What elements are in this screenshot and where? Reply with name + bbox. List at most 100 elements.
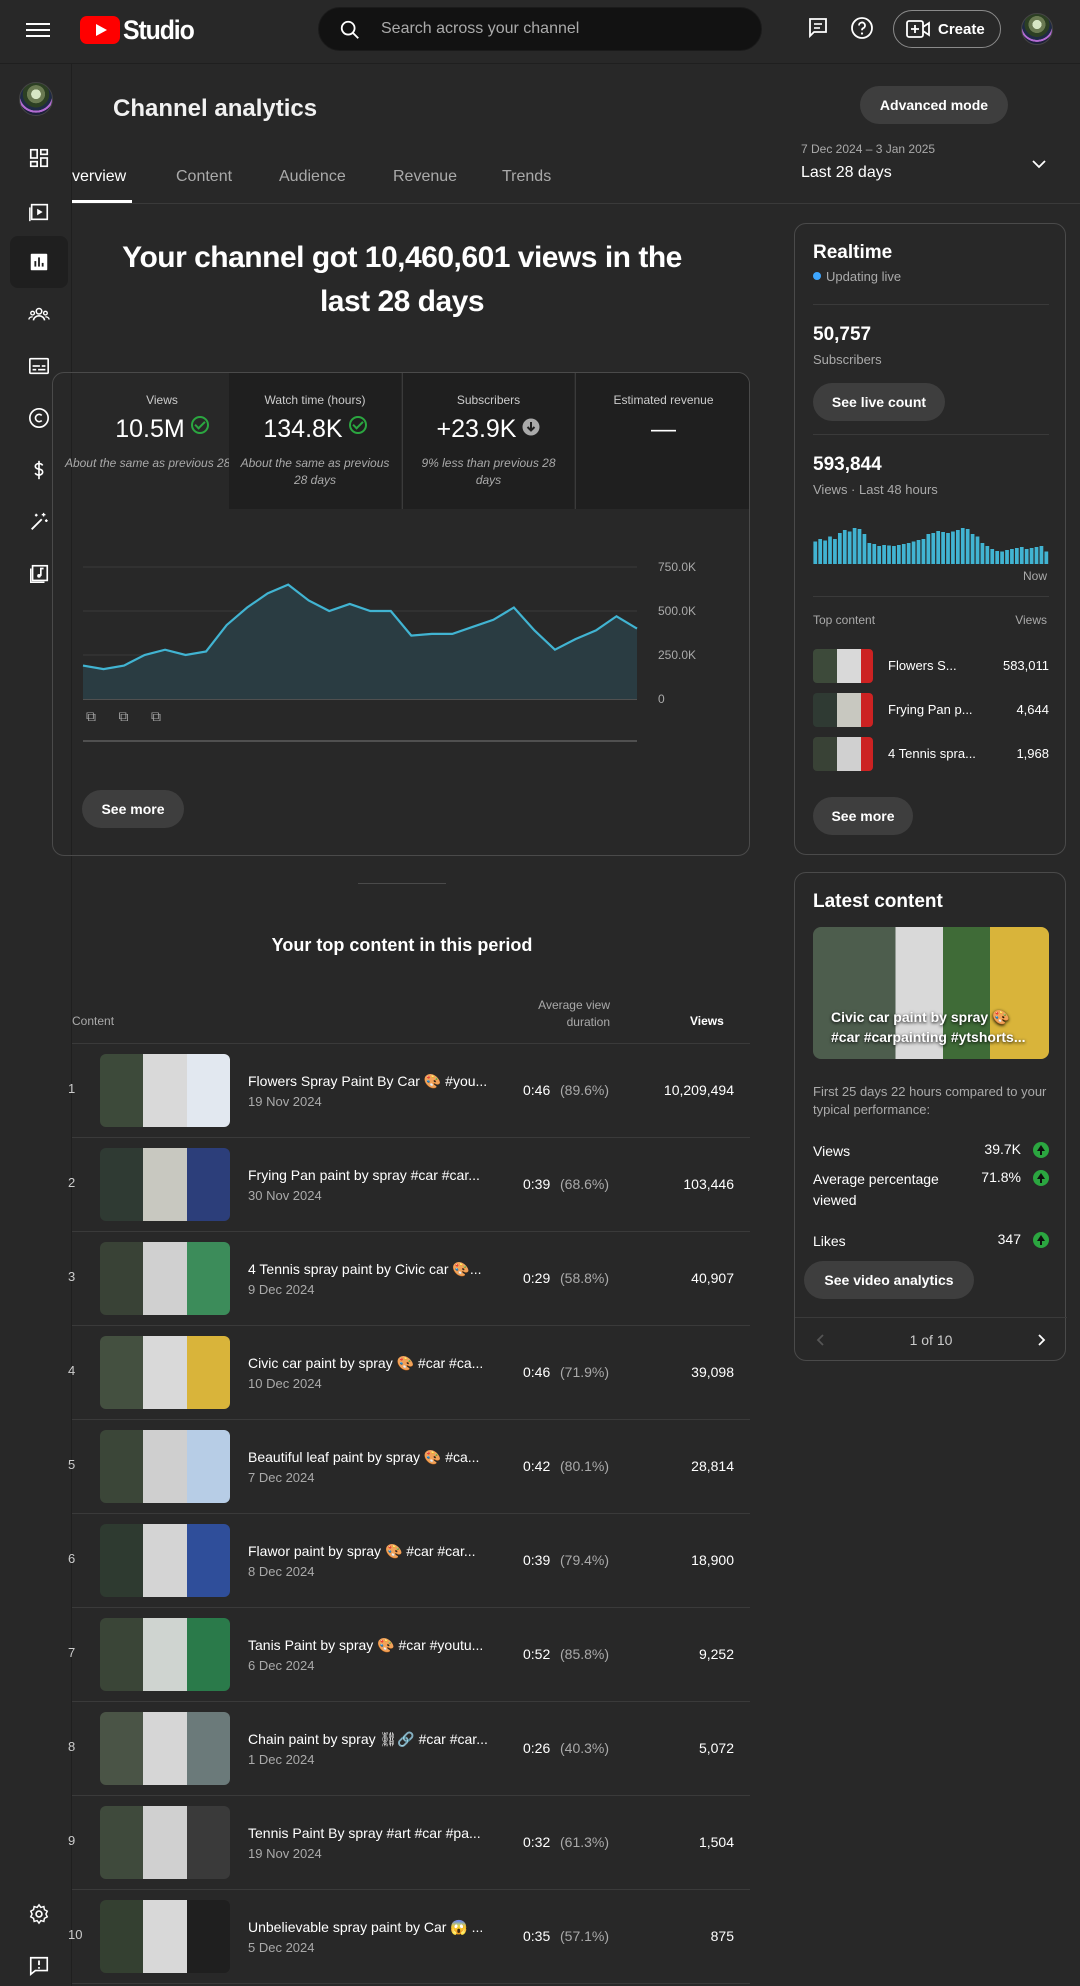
video-title[interactable]: Flawor paint by spray 🎨 #car #car... <box>248 1543 488 1560</box>
video-title[interactable]: Tanis Paint by spray 🎨 #car #youtu... <box>248 1637 488 1654</box>
metric-watch-time[interactable]: Watch time (hours) 134.8K About the same… <box>229 373 401 509</box>
video-title[interactable]: Beautiful leaf paint by spray 🎨 #ca... <box>248 1449 488 1466</box>
video-title[interactable]: Frying Pan paint by spray #car #car... <box>248 1167 488 1183</box>
table-row[interactable]: 4 Civic car paint by spray 🎨 #car #ca... 1… <box>68 1326 750 1420</box>
table-row[interactable]: 6 Flawor paint by spray 🎨 #car #car... 8 D… <box>68 1514 750 1608</box>
video-thumbnail[interactable] <box>100 1336 230 1409</box>
youtube-studio-logo[interactable]: Studio <box>80 14 200 46</box>
see-more-button[interactable]: See more <box>82 790 184 828</box>
chevron-down-icon[interactable] <box>1030 155 1048 173</box>
metric-subscribers[interactable]: Subscribers +23.9K 9% less than previous… <box>402 373 574 509</box>
tab-revenue[interactable]: Revenue <box>393 168 457 186</box>
account-avatar[interactable] <box>1021 13 1053 45</box>
table-row[interactable]: 5 Beautiful leaf paint by spray 🎨 #ca... 7… <box>68 1420 750 1514</box>
metric-revenue[interactable]: Estimated revenue — <box>575 373 749 509</box>
realtime-bar <box>1039 546 1044 564</box>
avg-view-duration: 0:39 <box>523 1552 551 1568</box>
check-circle-icon <box>190 416 209 434</box>
video-thumbnail[interactable] <box>100 1430 230 1503</box>
see-live-count-button[interactable]: See live count <box>813 383 945 421</box>
arrow-up-circle-icon <box>1033 1142 1049 1158</box>
table-row[interactable]: 2 Frying Pan paint by spray #car #car... 3… <box>68 1138 750 1232</box>
see-video-analytics-button[interactable]: See video analytics <box>804 1261 974 1299</box>
views-chart[interactable]: 0250.0K500.0K750.0K⧉⧉⧉7 Dec...12 Dec 20.… <box>53 509 750 749</box>
chevron-right-icon[interactable] <box>1033 1332 1049 1348</box>
channel-avatar[interactable] <box>19 82 53 116</box>
table-row[interactable]: 1 Flowers Spray Paint By Car 🎨 #you... 19 … <box>68 1044 750 1138</box>
table-row[interactable]: 9 Tennis Paint By spray #art #car #pa... 1… <box>68 1796 750 1890</box>
tab-overview[interactable]: verview <box>72 168 126 186</box>
nav-dashboard[interactable] <box>10 132 68 184</box>
realtime-bar <box>941 532 945 564</box>
search-bar[interactable]: Search across your channel <box>318 7 762 51</box>
search-input[interactable]: Search across your channel <box>381 20 579 38</box>
video-title[interactable]: Civic car paint by spray 🎨 #car #ca... <box>248 1355 488 1372</box>
video-title[interactable]: Chain paint by spray ⛓🔗 #car #car... <box>248 1731 488 1748</box>
realtime-bar <box>813 541 818 564</box>
y-tick-label: 750.0K <box>658 560 696 574</box>
realtime-bar <box>975 536 980 564</box>
video-title[interactable]: 4 Tennis spray paint by Civic car 🎨... <box>248 1261 488 1278</box>
avg-view-percentage: (40.3%) <box>560 1740 610 1756</box>
realtime-bar <box>1005 550 1009 564</box>
row-rank: 8 <box>68 1739 76 1754</box>
table-row[interactable]: 7 Tanis Paint by spray 🎨 #car #youtu... 6 … <box>68 1608 750 1702</box>
video-thumbnail[interactable] <box>100 1900 230 1973</box>
realtime-bar <box>1029 548 1034 564</box>
column-header-avg-view-duration[interactable]: Average view duration <box>520 997 610 1031</box>
top-content-title: Your top content in this period <box>271 935 533 955</box>
video-title[interactable]: Unbelievable spray paint by Car 😱 ... <box>248 1919 488 1936</box>
help-icon[interactable] <box>850 16 874 40</box>
avg-view-percentage: (89.6%) <box>560 1082 610 1098</box>
video-thumbnail[interactable] <box>100 1242 230 1315</box>
check-circle-icon <box>348 416 367 434</box>
video-thumbnail[interactable] <box>100 1806 230 1879</box>
latest-video-thumbnail[interactable]: Civic car paint by spray 🎨 #car #carpain… <box>813 927 1049 1059</box>
video-thumbnail[interactable] <box>100 1712 230 1785</box>
video-thumbnail[interactable] <box>100 1148 230 1221</box>
tab-content[interactable]: Content <box>176 168 232 186</box>
video-thumbnail[interactable] <box>100 1618 230 1691</box>
table-row[interactable]: 10 Unbelievable spray paint by Car 😱 ... 5… <box>68 1890 750 1984</box>
video-title[interactable]: Flowers Spray Paint By Car 🎨 #you... <box>248 1073 488 1090</box>
realtime-top-content-item[interactable]: Flowers S... 583,011 <box>813 649 1049 685</box>
realtime-bar <box>985 546 990 564</box>
row-rank: 7 <box>68 1645 76 1660</box>
realtime-top-content-item[interactable]: 4 Tennis spra... 1,968 <box>813 737 1049 773</box>
realtime-top-content-item[interactable]: Frying Pan p... 4,644 <box>813 693 1049 729</box>
date-range-picker[interactable]: 7 Dec 2024 – 3 Jan 2025 Last 28 days <box>801 142 935 182</box>
menu-icon[interactable] <box>26 19 50 43</box>
nav-settings[interactable] <box>10 1888 68 1940</box>
video-thumbnail <box>813 737 873 771</box>
tab-trends[interactable]: Trends <box>502 168 551 186</box>
realtime-subscribers-value: 50,757 <box>813 324 872 345</box>
nav-send-feedback[interactable] <box>10 1940 68 1986</box>
video-title[interactable]: Tennis Paint By spray #art #car #pa... <box>248 1825 488 1841</box>
live-status: Updating live <box>813 269 901 284</box>
column-header-views[interactable]: Views <box>690 1014 724 1028</box>
table-row[interactable]: 8 Chain paint by spray ⛓🔗 #car #car... 1 D… <box>68 1702 750 1796</box>
table-row[interactable]: 3 4 Tennis spray paint by Civic car 🎨... 9… <box>68 1232 750 1326</box>
row-rank: 5 <box>68 1457 76 1472</box>
video-title: Frying Pan p... <box>888 702 973 717</box>
realtime-bar <box>842 530 847 564</box>
advanced-mode-button[interactable]: Advanced mode <box>860 86 1008 124</box>
column-header-content[interactable]: Content <box>72 1014 114 1028</box>
feedback-icon[interactable] <box>806 16 830 40</box>
tab-audience[interactable]: Audience <box>279 168 346 186</box>
divider <box>358 883 446 884</box>
create-button[interactable]: Create <box>893 10 1001 48</box>
video-thumbnail <box>813 649 873 683</box>
y-tick-label: 0 <box>658 692 665 706</box>
realtime-views-bar-chart[interactable] <box>813 514 1049 564</box>
video-thumbnail[interactable] <box>100 1054 230 1127</box>
nav-community[interactable] <box>10 288 68 340</box>
realtime-bar <box>828 536 832 564</box>
realtime-bar <box>852 528 857 564</box>
realtime-see-more-button[interactable]: See more <box>813 797 913 835</box>
nav-analytics[interactable] <box>10 236 68 288</box>
nav-content[interactable] <box>10 186 68 238</box>
avg-view-duration: 0:32 <box>523 1834 551 1850</box>
video-date: 9 Dec 2024 <box>248 1282 315 1297</box>
video-thumbnail[interactable] <box>100 1524 230 1597</box>
